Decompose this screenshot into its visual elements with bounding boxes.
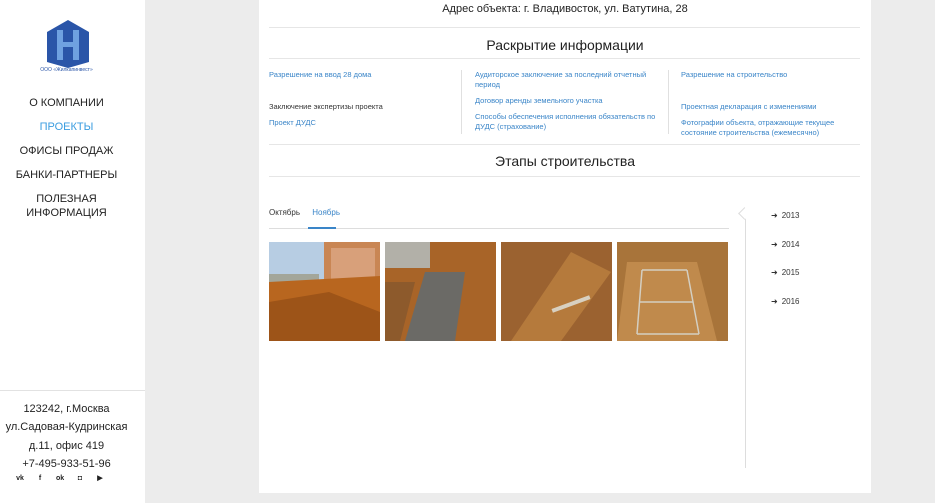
doc-link-commissioning-permit[interactable]: Разрешение на ввод 28 дома bbox=[269, 70, 459, 80]
doc-expert-opinion: Заключение экспертизы проекта bbox=[269, 102, 383, 111]
year-list: ➜ 2013 ➜ 2014 ➜ 2015 ➜ 2016 bbox=[771, 211, 800, 326]
active-tab-indicator bbox=[308, 227, 336, 229]
tab-october[interactable]: Октябрь bbox=[269, 208, 300, 217]
instagram-icon[interactable]: ◘ bbox=[76, 475, 84, 483]
divider bbox=[269, 27, 860, 28]
tab-november[interactable]: Ноябрь bbox=[312, 208, 340, 217]
main-nav: О КОМПАНИИ ПРОЕКТЫ ОФИСЫ ПРОДАЖ БАНКИ-ПА… bbox=[0, 96, 133, 219]
construction-photo-4[interactable] bbox=[617, 242, 728, 341]
disclosure-column-1: Разрешение на ввод 28 дома Заключение эк… bbox=[269, 70, 459, 134]
construction-photo-3[interactable] bbox=[501, 242, 612, 341]
youtube-icon[interactable]: ▶ bbox=[96, 475, 104, 483]
stages-title: Этапы строительства bbox=[495, 153, 635, 169]
contact-office: д.11, офис 419 bbox=[28, 439, 105, 452]
doc-link-duds-project[interactable]: Проект ДУДС bbox=[269, 118, 459, 128]
odnoklassniki-icon[interactable]: ok bbox=[56, 475, 64, 483]
divider bbox=[269, 144, 860, 145]
arrow-right-icon: ➜ bbox=[771, 211, 778, 220]
construction-photo-2[interactable] bbox=[385, 242, 496, 341]
nav-item-useful-info[interactable]: ПОЛЕЗНАЯ ИНФОРМАЦИЯ bbox=[0, 192, 133, 219]
doc-link-construction-permit[interactable]: Разрешение на строительство bbox=[681, 70, 871, 80]
construction-photo-1[interactable] bbox=[269, 242, 380, 341]
nav-item-sales-offices[interactable]: ОФИСЫ ПРОДАЖ bbox=[0, 144, 133, 168]
sidebar-divider bbox=[0, 390, 145, 391]
arrow-right-icon: ➜ bbox=[771, 239, 778, 249]
doc-link-audit-report[interactable]: Аудиторское заключение за последний отче… bbox=[475, 70, 665, 90]
disclosure-column-2: Аудиторское заключение за последний отче… bbox=[475, 70, 665, 138]
logo-caption: ООО «Жилкапинвест» bbox=[40, 67, 93, 73]
nav-item-about[interactable]: О КОМПАНИИ bbox=[0, 96, 133, 120]
facebook-icon[interactable]: f bbox=[36, 475, 44, 483]
contact-postal: 123242, г.Москва bbox=[23, 403, 110, 415]
year-item-2014[interactable]: ➜ 2014 bbox=[771, 240, 800, 269]
column-divider bbox=[668, 70, 669, 134]
vk-icon[interactable]: vk bbox=[16, 475, 24, 483]
disclosure-column-3: Разрешение на строительство Проектная де… bbox=[681, 70, 871, 144]
month-tabs: Октябрь Ноябрь bbox=[269, 208, 350, 217]
nav-item-partner-banks[interactable]: БАНКИ-ПАРТНЕРЫ bbox=[0, 168, 133, 192]
contact-block: 123242, г.Москва ул.Садовая-Кудринская д… bbox=[0, 400, 133, 473]
nav-item-projects[interactable]: ПРОЕКТЫ bbox=[0, 120, 133, 144]
column-divider bbox=[461, 70, 462, 134]
sidebar: ООО «Жилкапинвест» О КОМПАНИИ ПРОЕКТЫ ОФ… bbox=[0, 0, 145, 503]
year-item-2013[interactable]: ➜ 2013 bbox=[771, 211, 800, 240]
divider bbox=[269, 58, 860, 59]
contact-phone[interactable]: +7-495-933-51-96 bbox=[0, 455, 133, 473]
doc-link-project-declaration[interactable]: Проектная декларация с изменениями bbox=[681, 102, 871, 112]
timeline-line bbox=[745, 212, 746, 468]
social-links: vk f ok ◘ ▶ bbox=[16, 475, 104, 483]
doc-link-insurance[interactable]: Способы обеспечения исполнения обязатель… bbox=[475, 112, 665, 132]
disclosure-title: Раскрытие информации bbox=[486, 37, 644, 53]
arrow-right-icon: ➜ bbox=[771, 297, 778, 307]
object-address: Адрес объекта: г. Владивосток, ул. Ватут… bbox=[442, 3, 688, 15]
year-item-2016[interactable]: ➜ 2016 bbox=[771, 297, 800, 326]
divider bbox=[269, 176, 860, 177]
company-logo[interactable] bbox=[40, 18, 96, 74]
contact-street: ул.Садовая-Кудринская bbox=[5, 421, 128, 434]
arrow-right-icon: ➜ bbox=[771, 268, 778, 278]
year-item-2015[interactable]: ➜ 2015 bbox=[771, 268, 800, 297]
tabs-underline bbox=[269, 228, 729, 229]
doc-link-object-photos[interactable]: Фотографии объекта, отражающие текущее с… bbox=[681, 118, 871, 138]
doc-link-land-lease[interactable]: Договор аренды земельного участка bbox=[475, 96, 665, 106]
